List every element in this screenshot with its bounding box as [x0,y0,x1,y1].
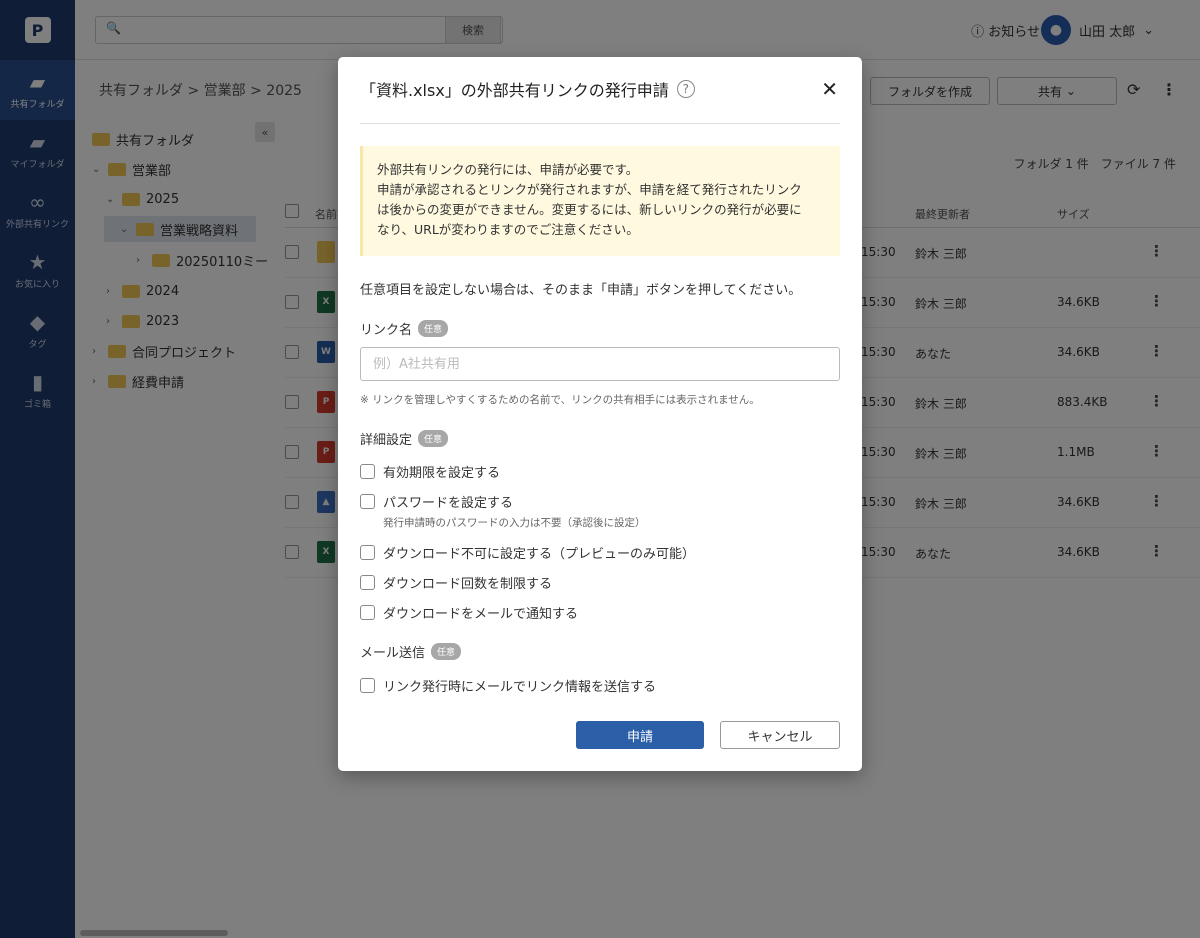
mail-send-checkbox[interactable]: リンク発行時にメールでリンク情報を送信する [360,676,656,695]
detail-settings-label-text: 詳細設定 [360,433,413,448]
link-name-label: リンク名 任意 [360,319,449,338]
close-icon[interactable]: ✕ [821,77,838,101]
download-notify-checkbox[interactable]: ダウンロードをメールで通知する [360,603,578,622]
notice-line: は後からの変更ができません。変更するには、新しいリンクの発行が必要に [377,202,802,217]
mail-send-label-text: メール送信 [360,646,426,661]
link-name-label-text: リンク名 [360,323,413,338]
checkbox[interactable] [360,464,375,479]
notice-box: 外部共有リンクの発行には、申請が必要です。 申請が承認されるとリンクが発行されま… [360,146,840,256]
checkbox-label[interactable]: パスワードを設定する [383,492,513,511]
checkbox-label[interactable]: リンク発行時にメールでリンク情報を送信する [383,676,656,695]
checkbox-label[interactable]: ダウンロード不可に設定する（プレビューのみ可能） [383,543,695,562]
notice-line: 外部共有リンクの発行には、申請が必要です。 [377,162,639,177]
detail-settings-label: 詳細設定 任意 [360,429,449,448]
link-name-input[interactable] [360,347,840,381]
no-download-checkbox[interactable]: ダウンロード不可に設定する（プレビューのみ可能） [360,543,695,562]
download-limit-checkbox[interactable]: ダウンロード回数を制限する [360,573,552,592]
password-checkbox[interactable]: パスワードを設定する [360,492,513,511]
checkbox[interactable] [360,678,375,693]
dialog-divider [360,123,840,124]
optional-badge: 任意 [418,320,449,337]
expiry-checkbox[interactable]: 有効期限を設定する [360,462,500,481]
checkbox[interactable] [360,545,375,560]
checkbox-label[interactable]: 有効期限を設定する [383,462,500,481]
mail-send-label: メール送信 任意 [360,642,462,661]
checkbox[interactable] [360,575,375,590]
checkbox[interactable] [360,494,375,509]
optional-badge: 任意 [418,430,449,447]
notice-line: なり、URLが変わりますのでご注意ください。 [377,222,639,237]
instruction-text: 任意項目を設定しない場合は、そのまま「申請」ボタンを押してください。 [360,283,802,298]
checkbox[interactable] [360,605,375,620]
optional-badge: 任意 [431,643,462,660]
checkbox-label[interactable]: ダウンロード回数を制限する [383,573,552,592]
submit-button[interactable]: 申請 [576,721,704,749]
link-request-dialog: 「資料.xlsx」の外部共有リンクの発行申請 ? ✕ 外部共有リンクの発行には、… [338,57,862,771]
dialog-title: 「資料.xlsx」の外部共有リンクの発行申請 ? [360,77,695,101]
checkbox-label[interactable]: ダウンロードをメールで通知する [383,603,578,622]
password-hint: 発行申請時のパスワードの入力は不要（承認後に設定） [383,517,646,529]
cancel-button[interactable]: キャンセル [720,721,840,749]
notice-line: 申請が承認されるとリンクが発行されますが、申請を経て発行されたリンク [377,182,802,197]
link-name-hint: ※ リンクを管理しやすくするための名前で、リンクの共有相手には表示されません。 [360,394,760,406]
help-icon[interactable]: ? [676,80,695,98]
dialog-title-text: 「資料.xlsx」の外部共有リンクの発行申請 [360,81,669,100]
